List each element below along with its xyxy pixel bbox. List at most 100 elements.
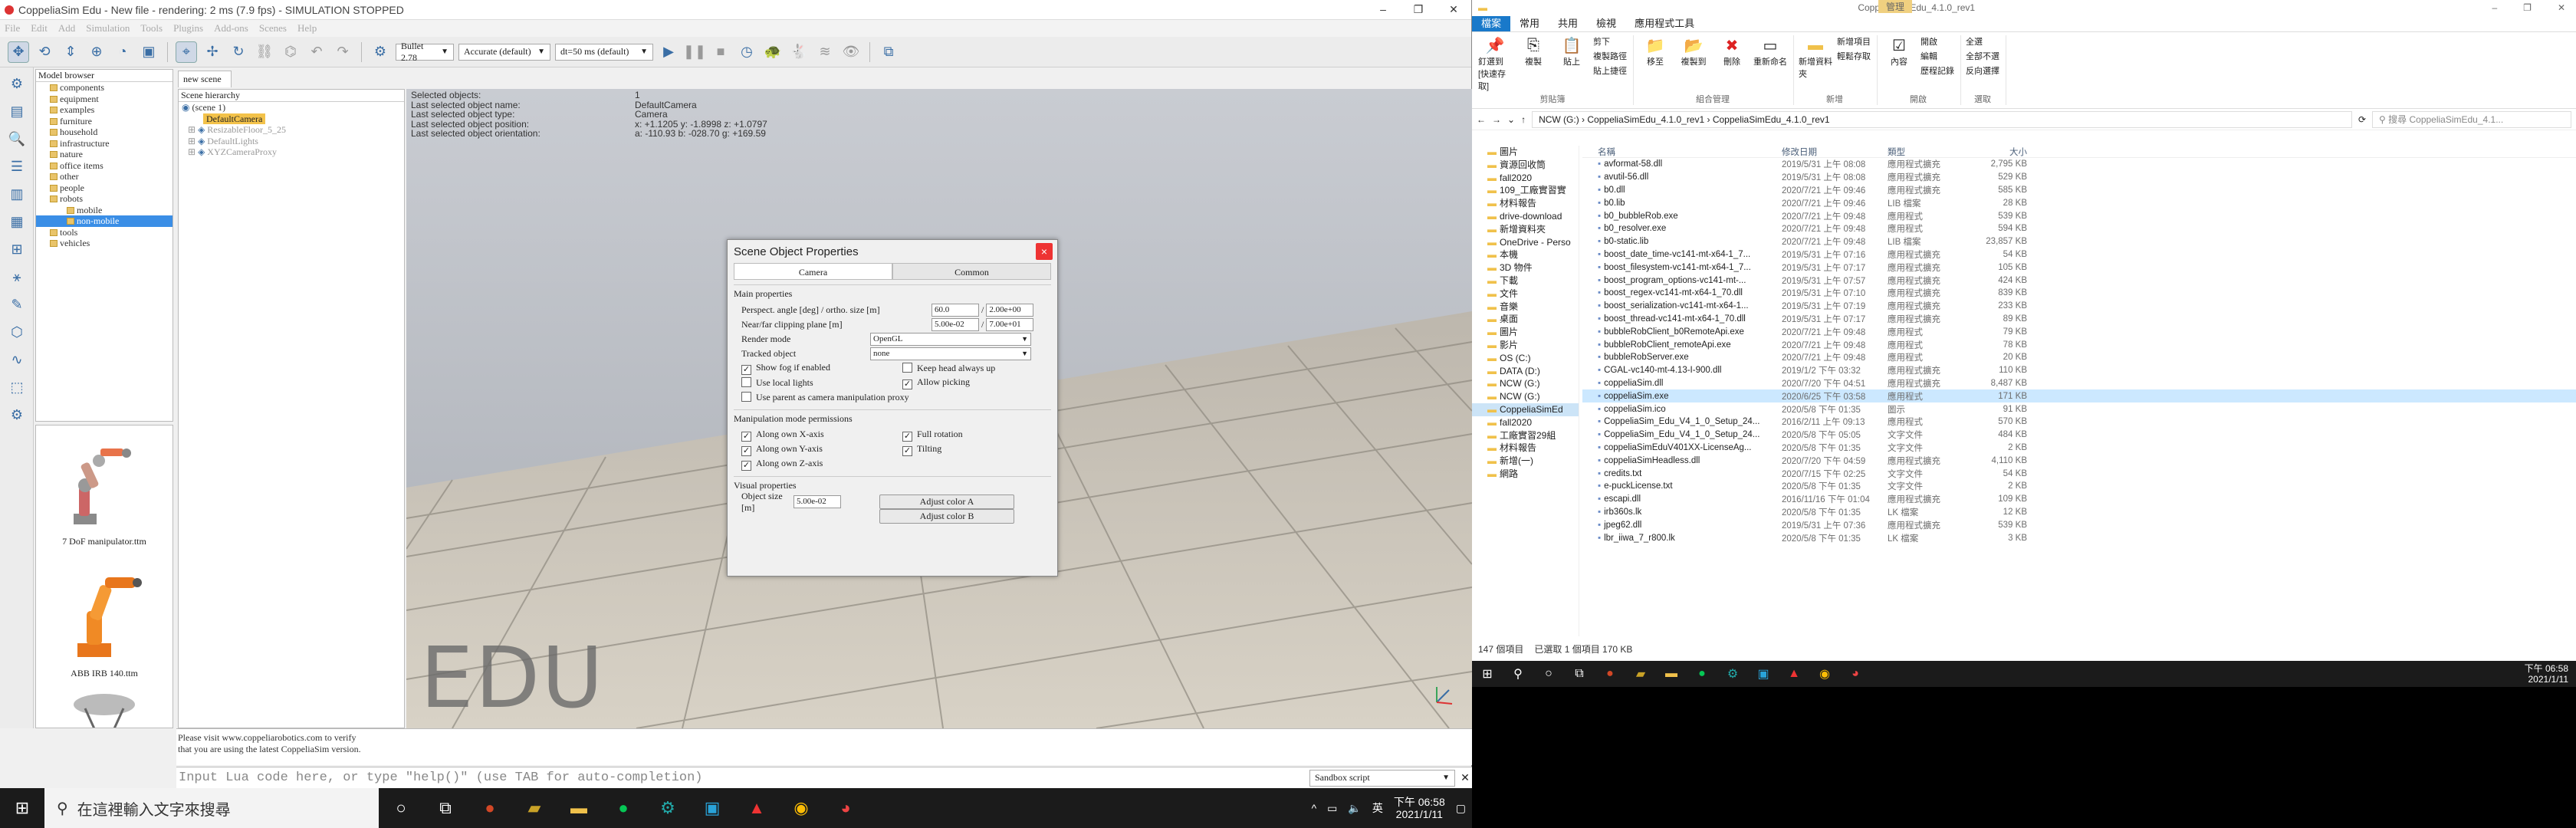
- visualization-icon[interactable]: 👁: [840, 41, 862, 63]
- tilting-checkbox[interactable]: ✓ Tilting: [902, 443, 941, 456]
- menu-item[interactable]: Tools: [140, 22, 163, 34]
- new-item-button[interactable]: 新增項目: [1837, 35, 1871, 48]
- new-folder-button[interactable]: ▬ 新增資料夾: [1799, 35, 1832, 93]
- along-y-checkbox[interactable]: ✓ Along own Y-axis: [741, 443, 902, 456]
- scene-select-icon[interactable]: ⧉: [878, 41, 899, 63]
- copy-to-button[interactable]: 📂 複製到: [1677, 35, 1710, 93]
- fit-to-view-icon[interactable]: ▣: [138, 41, 159, 63]
- full-rotation-checkbox[interactable]: ✓ Full rotation: [902, 429, 963, 442]
- coppeliasim-icon[interactable]: ◕: [823, 788, 868, 828]
- faster-icon[interactable]: 🐇: [788, 41, 810, 63]
- pin-button[interactable]: 📌 釘選到[快速存取]: [1478, 35, 1512, 93]
- file-row[interactable]: ▪ lbr_iiwa_7_r800.lk 2020/5/8 下午 01:35 LK 檔…: [1582, 531, 2576, 544]
- file-row[interactable]: ▪ CoppeliaSim_Edu_V4_1_0_Setup_24... 2016/…: [1582, 416, 2576, 429]
- nav-item[interactable]: ▬ fall2020: [1472, 416, 1579, 429]
- script-select[interactable]: Sandbox script ▼: [1309, 769, 1455, 787]
- column-header-size[interactable]: 大小: [1973, 146, 2027, 157]
- menu-item[interactable]: Add-ons: [214, 22, 248, 34]
- ortho-size-input[interactable]: 2.00e+00: [986, 304, 1034, 317]
- up-icon[interactable]: ↑: [1521, 114, 1526, 125]
- windows-start-icon[interactable]: ⊞: [0, 788, 44, 828]
- column-header-type[interactable]: 類型: [1888, 146, 1973, 157]
- menu-item[interactable]: Scenes: [259, 22, 287, 34]
- path-edit-icon[interactable]: ∿: [5, 348, 28, 371]
- file-row[interactable]: ▪ avutil-56.dll 2019/5/31 上午 08:08 應用程式擴充 52…: [1582, 171, 2576, 184]
- model-tree-item[interactable]: infrastructure: [36, 138, 172, 150]
- camera-shift-icon[interactable]: ⇕: [60, 41, 81, 63]
- store-icon[interactable]: ▣: [690, 788, 734, 828]
- nav-item[interactable]: ▬ NCW (G:): [1472, 390, 1579, 403]
- scene-tab[interactable]: new scene: [178, 71, 232, 87]
- rename-button[interactable]: ▭ 重新命名: [1753, 35, 1787, 93]
- minimize-icon[interactable]: –: [2492, 2, 2497, 13]
- ribbon-tab[interactable]: 常用: [1510, 16, 1549, 31]
- address-bar[interactable]: NCW (G:) › CoppeliaSimEdu_4.1.0_rev1 › C…: [1532, 110, 2352, 128]
- paste-shortcut-button[interactable]: 貼上捷徑: [1593, 64, 1627, 77]
- ime-language[interactable]: 英: [1372, 800, 1383, 816]
- back-icon[interactable]: ←: [1477, 114, 1486, 125]
- nav-item[interactable]: ▬ 材料報告: [1472, 197, 1579, 210]
- local-lights-checkbox[interactable]: Use local lights: [741, 377, 902, 389]
- history-button[interactable]: 歷程記錄: [1921, 64, 1954, 77]
- scene-item-proxy[interactable]: ⊞ ◈ XYZCameraProxy: [182, 146, 404, 158]
- line-icon[interactable]: ●: [601, 788, 646, 828]
- model-tree-item[interactable]: other: [36, 171, 172, 182]
- model-tree-item[interactable]: non-mobile: [36, 215, 172, 227]
- file-row[interactable]: ▪ escapi.dll 2016/11/16 下午 01:04 應用程式擴充 109 …: [1582, 493, 2576, 506]
- nav-item[interactable]: ▬ OS (C:): [1472, 352, 1579, 365]
- settings-icon[interactable]: ⚙: [646, 788, 690, 828]
- assemble-icon[interactable]: ⛓: [254, 41, 275, 63]
- ribbon-tab[interactable]: 應用程式工具: [1625, 16, 1704, 31]
- model-tree-item[interactable]: tools: [36, 227, 172, 238]
- file-row[interactable]: ▪ boost_regex-vc141-mt-x64-1_70.dll 2019/5…: [1582, 287, 2576, 300]
- file-explorer-icon[interactable]: ▬: [557, 788, 601, 828]
- chrome-icon[interactable]: ◉: [1809, 661, 1840, 687]
- persp-angle-input[interactable]: 60.0: [932, 304, 979, 317]
- search-icon[interactable]: ⚲: [1503, 661, 1533, 687]
- along-z-checkbox[interactable]: ✓ Along own Z-axis: [741, 458, 823, 471]
- cortana-icon[interactable]: ○: [379, 788, 423, 828]
- file-row[interactable]: ▪ bubbleRobClient_b0RemoteApi.exe 2020/7/2…: [1582, 325, 2576, 338]
- scene-root[interactable]: ◉ (scene 1): [182, 102, 404, 113]
- selection-icon[interactable]: ⬚: [5, 376, 28, 399]
- close-icon[interactable]: ×: [1036, 243, 1053, 260]
- render-mode-select[interactable]: OpenGL ▼: [870, 333, 1031, 346]
- file-row[interactable]: ▪ b0_resolver.exe 2020/7/21 上午 09:48 應用程式 59…: [1582, 222, 2576, 235]
- recent-icon[interactable]: ⌄: [1507, 114, 1515, 125]
- object-size-input[interactable]: 5.00e-02: [794, 495, 841, 508]
- file-row[interactable]: ▪ coppeliaSim.exe 2020/6/25 下午 03:58 應用程式 17…: [1582, 389, 2576, 403]
- network-icon[interactable]: ▭: [1327, 802, 1337, 815]
- file-row[interactable]: ▪ boost_filesystem-vc141-mt-x64-1_7... 201…: [1582, 261, 2576, 274]
- stop-icon[interactable]: ■: [710, 41, 731, 63]
- forward-icon[interactable]: →: [1492, 114, 1501, 125]
- delete-button[interactable]: ✖ 刪除: [1715, 35, 1749, 93]
- select-all-button[interactable]: 全選: [1966, 35, 1999, 48]
- file-row[interactable]: ▪ e-puckLicense.txt 2020/5/8 下午 01:35 文字文件 2…: [1582, 480, 2576, 493]
- nav-item[interactable]: ▬ 文件: [1472, 288, 1579, 301]
- select-none-button[interactable]: 全部不選: [1966, 50, 1999, 62]
- restore-icon[interactable]: ❐: [1401, 3, 1436, 16]
- accuracy-select[interactable]: Accurate (default) ▼: [458, 43, 550, 61]
- near-clip-input[interactable]: 5.00e-02: [932, 318, 979, 331]
- nav-item[interactable]: ▬ 3D 物件: [1472, 261, 1579, 274]
- realtime-icon[interactable]: ◷: [736, 41, 757, 63]
- ribbon-tab[interactable]: 檢視: [1587, 16, 1625, 31]
- store-icon[interactable]: ▣: [1748, 661, 1779, 687]
- nav-item[interactable]: ▬ 本機: [1472, 248, 1579, 261]
- timestep-select[interactable]: dt=50 ms (default) ▼: [555, 43, 653, 61]
- windows-start-icon[interactable]: ⊞: [1472, 661, 1503, 687]
- refresh-icon[interactable]: ⟳: [2358, 114, 2366, 125]
- model-tree-item[interactable]: mobile: [36, 205, 172, 216]
- model-tree-item[interactable]: vehicles: [36, 238, 172, 249]
- close-icon[interactable]: ✕: [1458, 771, 1472, 784]
- calculation-module-icon[interactable]: ⊞: [5, 238, 28, 261]
- menu-item[interactable]: Simulation: [86, 22, 130, 34]
- coppeliasim-icon[interactable]: ◕: [1840, 661, 1871, 687]
- nav-item[interactable]: ▬ NCW (G:): [1472, 377, 1579, 390]
- camera-pan-icon[interactable]: ✥: [8, 41, 29, 63]
- adjust-color-a-button[interactable]: Adjust color A: [879, 495, 1014, 509]
- nav-item[interactable]: ▬ 桌面: [1472, 313, 1579, 326]
- chrome-icon[interactable]: ◉: [779, 788, 823, 828]
- model-tree-item[interactable]: nature: [36, 149, 172, 160]
- file-row[interactable]: ▪ boost_thread-vc141-mt-x64-1_70.dll 2019/…: [1582, 313, 2576, 326]
